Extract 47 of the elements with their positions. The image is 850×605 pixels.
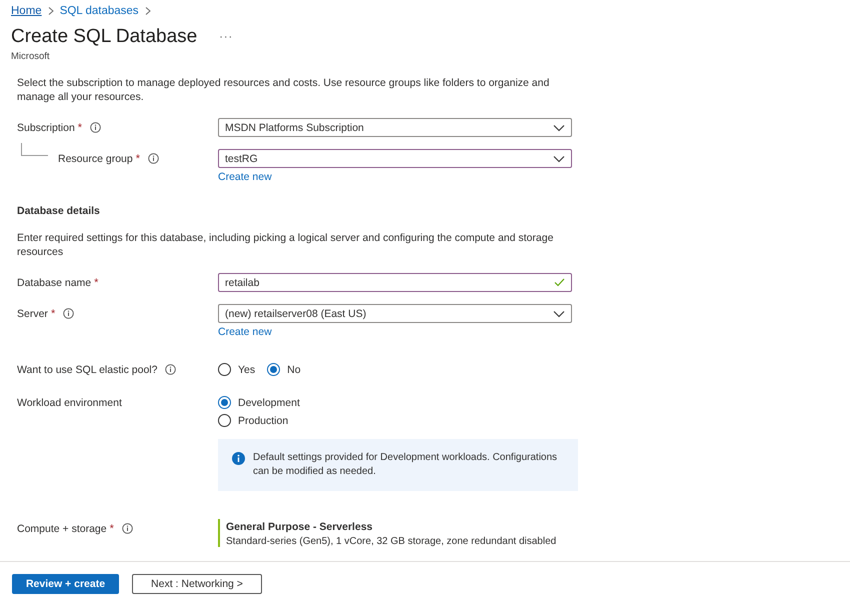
breadcrumb-link[interactable]: Home (11, 5, 42, 17)
create-new-link[interactable]: Create new (218, 171, 272, 183)
radio-button[interactable] (218, 363, 231, 376)
field-label: Resource group (58, 152, 133, 164)
required-mark: * (78, 122, 82, 134)
radio-button[interactable] (218, 396, 231, 409)
tree-connector (21, 143, 48, 156)
radio-label[interactable]: No (287, 364, 301, 376)
chevron-right-icon (48, 7, 54, 15)
tier-detail: Standard-series (Gen5), 1 vCore, 32 GB storage, zone redundant disabled (226, 536, 558, 547)
dropdown-field[interactable]: (new) retailserver08 (East US) (218, 304, 572, 323)
chevron-down-icon (553, 310, 565, 318)
chevron-right-icon (144, 7, 151, 15)
required-mark: * (136, 152, 140, 164)
info-icon (232, 452, 245, 465)
input-field[interactable]: retailab (218, 273, 572, 292)
chevron-down-icon (553, 154, 565, 162)
create-new-link[interactable]: Create new (218, 326, 272, 338)
breadcrumb-link[interactable]: SQL databases (60, 5, 139, 17)
more-button[interactable]: ··· (219, 31, 234, 43)
description-text: Enter required settings for this database, including picking a logical server and configuring the compute and storage resources (17, 231, 554, 259)
section-heading: Database details (17, 205, 101, 217)
dropdown-field[interactable]: testRG (218, 149, 572, 168)
page-title: Create SQL Database (11, 26, 198, 48)
required-mark: * (110, 522, 114, 534)
required-mark: * (94, 276, 98, 288)
field-label: Subscription (17, 122, 75, 134)
field-label: Database name (17, 276, 92, 288)
tier-title: General Purpose - Serverless (226, 521, 374, 533)
check-icon (554, 278, 565, 287)
publisher-text: Microsoft (11, 51, 51, 62)
next-button[interactable]: Next : Networking > (132, 574, 262, 594)
radio-button[interactable] (267, 363, 280, 376)
field-label: Server (17, 308, 48, 320)
field-label: Want to use SQL elastic pool? (17, 364, 158, 376)
field-label: Workload environment (17, 396, 122, 408)
radio-label[interactable]: Production (238, 414, 288, 426)
required-mark: * (50, 308, 56, 320)
radio-button[interactable] (218, 414, 231, 427)
field-label: Compute + storage (17, 522, 107, 534)
dropdown-field[interactable]: MSDN Platforms Subscription (218, 118, 572, 137)
description-text: Select the subscription to manage deployed resources and costs. Use resource groups like folders to organize and manage all your resources. (17, 76, 550, 104)
info-text: Default settings provided for Development workloads. Configurations can be modified as needed. (253, 451, 558, 479)
radio-label[interactable]: Development (238, 396, 300, 408)
review-create-button[interactable]: Review + create (12, 574, 119, 594)
radio-label[interactable]: Yes (238, 364, 256, 376)
chevron-down-icon (553, 124, 565, 132)
